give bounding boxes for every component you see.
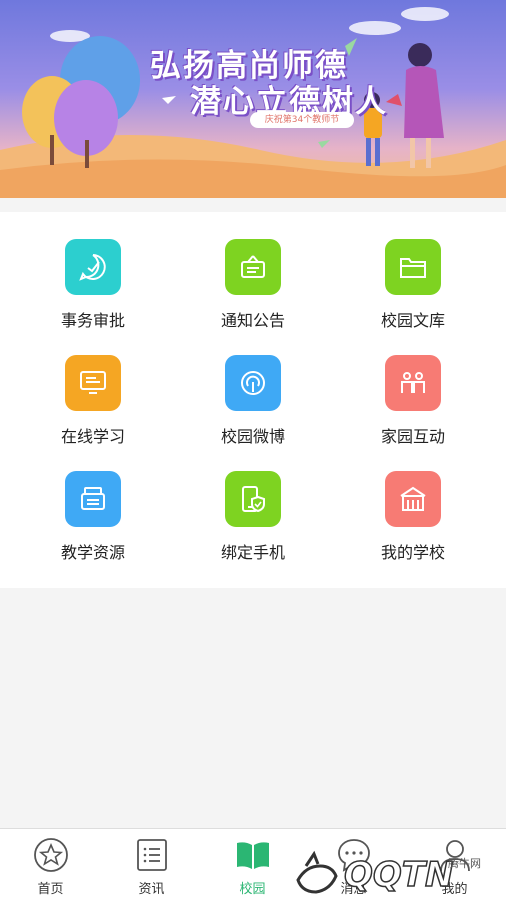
tile-bind-phone bbox=[225, 471, 281, 527]
grid-item-teaching-resources[interactable]: 教学资源 bbox=[33, 471, 153, 571]
grid-item-approval[interactable]: 事务审批 bbox=[33, 239, 153, 339]
grid-label: 通知公告 bbox=[220, 311, 285, 330]
grid-item-notice[interactable]: 通知公告 bbox=[193, 239, 313, 339]
tile-weibo bbox=[225, 355, 281, 411]
school-building-icon bbox=[400, 486, 426, 511]
section-divider bbox=[0, 198, 506, 212]
tile-library bbox=[385, 239, 441, 295]
watermark-site-label: 腾牛网 bbox=[448, 857, 481, 870]
grid-label: 校园文库 bbox=[380, 311, 445, 330]
grid-label: 校园微博 bbox=[220, 427, 285, 446]
content-empty-area bbox=[0, 588, 506, 828]
grid-item-library[interactable]: 校园文库 bbox=[353, 239, 473, 339]
tab-label: 校园 bbox=[239, 882, 266, 897]
watermark-text: QQTN bbox=[344, 855, 453, 895]
tile-my-school bbox=[385, 471, 441, 527]
tab-news[interactable]: 资讯 bbox=[101, 829, 202, 900]
grid-item-online-learning[interactable]: 在线学习 bbox=[33, 355, 153, 455]
grid-label: 在线学习 bbox=[60, 427, 125, 446]
tile-approval bbox=[65, 239, 121, 295]
tile-online-learning bbox=[65, 355, 121, 411]
inbox-icon bbox=[81, 487, 105, 510]
tile-notice bbox=[225, 239, 281, 295]
grid-label: 家园互动 bbox=[380, 427, 445, 446]
broadcast-icon bbox=[241, 371, 265, 395]
tab-campus[interactable]: 校园 bbox=[202, 829, 303, 900]
tile-teaching-resources bbox=[65, 471, 121, 527]
grid-item-weibo[interactable]: 校园微博 bbox=[193, 355, 313, 455]
tab-home[interactable]: 首页 bbox=[0, 829, 101, 900]
family-icon bbox=[401, 372, 425, 393]
grid-label: 我的学校 bbox=[380, 543, 445, 562]
tab-label: 首页 bbox=[37, 882, 64, 897]
grid-item-my-school[interactable]: 我的学校 bbox=[353, 471, 473, 571]
banner-subtitle: 庆祝第34个教师节 bbox=[250, 112, 354, 128]
notice-board-icon bbox=[241, 255, 265, 278]
grid-label: 事务审批 bbox=[60, 311, 125, 330]
grid-label: 教学资源 bbox=[60, 543, 125, 562]
tab-label: 资讯 bbox=[138, 882, 165, 897]
list-icon bbox=[137, 839, 167, 871]
tile-home-school bbox=[385, 355, 441, 411]
feature-grid: 事务审批 通知公告 校园文库 在线学习 校园微博 家园互动 教学资源 绑定手机 … bbox=[0, 212, 506, 588]
chat-check-icon bbox=[79, 254, 106, 281]
grid-item-bind-phone[interactable]: 绑定手机 bbox=[193, 471, 313, 571]
star-icon bbox=[34, 838, 68, 872]
promo-banner[interactable]: 弘扬高尚师德 潜心立德树人 庆祝第34个教师节 bbox=[0, 0, 506, 198]
folder-icon bbox=[400, 258, 426, 278]
book-icon bbox=[237, 842, 269, 869]
monitor-icon bbox=[80, 371, 106, 394]
phone-shield-icon bbox=[242, 486, 265, 513]
grid-label: 绑定手机 bbox=[220, 543, 285, 562]
grid-item-home-school[interactable]: 家园互动 bbox=[353, 355, 473, 455]
